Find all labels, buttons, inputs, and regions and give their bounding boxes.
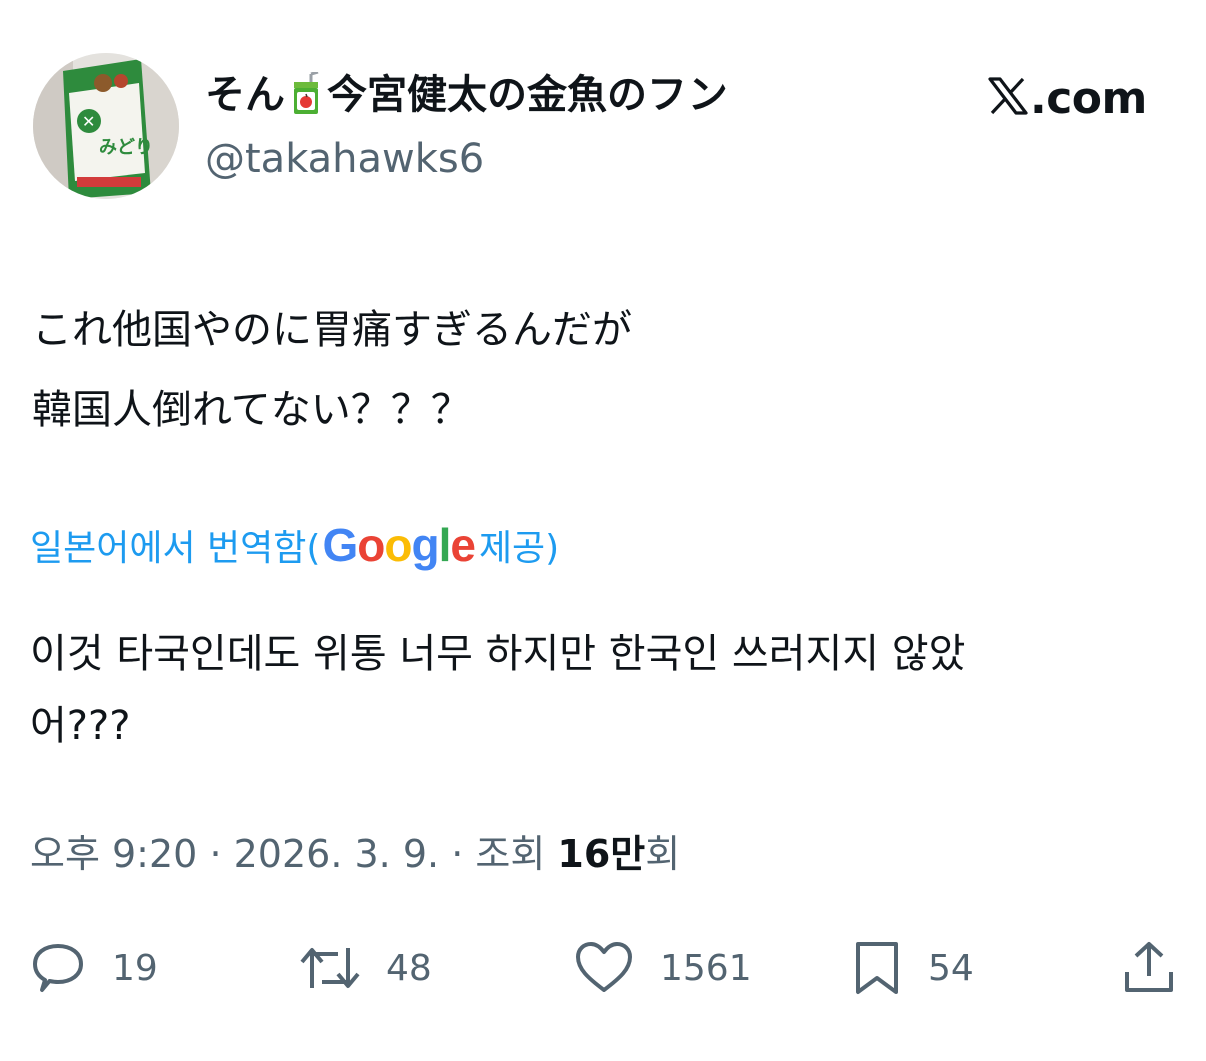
bookmark-icon bbox=[852, 940, 902, 996]
x-logo-icon bbox=[988, 77, 1028, 119]
like-button[interactable]: 1561 bbox=[574, 938, 752, 998]
tweet-line: これ他国やのに胃痛すぎるんだが bbox=[32, 307, 632, 353]
google-letter: o bbox=[357, 519, 385, 571]
juice-box-icon bbox=[291, 70, 321, 128]
views-count: 16만 bbox=[557, 832, 646, 876]
translation-suffix: 제공) bbox=[478, 528, 560, 569]
svg-text:✕: ✕ bbox=[82, 112, 95, 131]
reply-button[interactable]: 19 bbox=[30, 938, 158, 998]
google-letter: G bbox=[322, 519, 358, 571]
tweet-time[interactable]: 오후 9:20 bbox=[30, 832, 197, 876]
meta-separator: · bbox=[451, 832, 464, 876]
translation-label: 일본어에서 번역함( bbox=[30, 528, 321, 569]
google-letter: l bbox=[438, 519, 452, 571]
repost-icon bbox=[298, 940, 362, 996]
avatar-image: ✕ みどり bbox=[33, 53, 179, 199]
user-handle[interactable]: @takahawks6 bbox=[205, 134, 484, 184]
brand-text: .com bbox=[1030, 72, 1147, 124]
tweet-text: これ他国やのに胃痛すぎるんだが 韓国人倒れてない？？？ bbox=[32, 290, 1172, 450]
bookmark-count: 54 bbox=[928, 947, 974, 989]
tweet-date[interactable]: 2026. 3. 9. bbox=[234, 832, 439, 876]
display-name-part1: そん bbox=[205, 72, 285, 118]
repost-count: 48 bbox=[386, 947, 432, 989]
google-logo: Google bbox=[322, 518, 476, 572]
translated-line: 이것 타국인데도 위통 너무 하지만 한국인 쓰러지지 않았 bbox=[30, 631, 966, 677]
reply-icon bbox=[30, 940, 86, 996]
views-suffix: 회 bbox=[645, 832, 681, 876]
brand-logo[interactable]: .com bbox=[988, 71, 1147, 125]
google-letter: o bbox=[384, 519, 412, 571]
views-label: 조회 bbox=[475, 832, 546, 876]
google-letter: g bbox=[411, 519, 439, 571]
tweet-line: 韓国人倒れてない？？？ bbox=[32, 387, 471, 433]
translation-attribution[interactable]: 일본어에서 번역함( Google 제공) bbox=[30, 513, 559, 577]
google-letter: e bbox=[450, 519, 476, 571]
repost-button[interactable]: 48 bbox=[298, 938, 432, 998]
bookmark-button[interactable]: 54 bbox=[852, 938, 974, 998]
avatar[interactable]: ✕ みどり bbox=[33, 53, 179, 199]
display-name-part2: 今宮健太の金魚のフン bbox=[327, 72, 728, 118]
meta-separator: · bbox=[209, 832, 222, 876]
reply-count: 19 bbox=[112, 947, 158, 989]
translated-text: 이것 타국인데도 위통 너무 하지만 한국인 쓰러지지 않았 어??? bbox=[30, 618, 1180, 762]
display-name[interactable]: そん 今宮健太の金魚のフン bbox=[205, 70, 728, 128]
tweet-meta: 오후 9:20 · 2026. 3. 9. · 조회 16만회 bbox=[30, 829, 680, 879]
avatar-text: みどり bbox=[99, 137, 153, 158]
like-count: 1561 bbox=[660, 947, 752, 989]
tweet-card: ✕ みどり そん 今宮健太の金魚のフン @takahawks6 .com これ他… bbox=[0, 0, 1206, 1061]
heart-icon bbox=[574, 940, 634, 996]
share-icon bbox=[1122, 940, 1176, 996]
translated-line: 어??? bbox=[30, 703, 131, 749]
share-button[interactable] bbox=[1122, 938, 1176, 998]
action-bar: 19 48 1561 54 bbox=[0, 938, 1206, 998]
